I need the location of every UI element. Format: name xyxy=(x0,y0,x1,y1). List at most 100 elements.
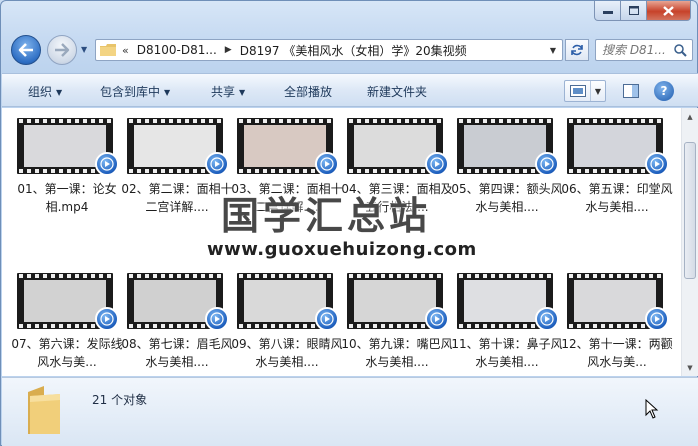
share-menu[interactable]: 共享 ▼ xyxy=(211,83,245,100)
close-icon xyxy=(663,5,674,16)
close-button[interactable] xyxy=(647,1,691,21)
media-player-icon xyxy=(425,152,449,176)
organize-menu[interactable]: 组织 ▼ xyxy=(28,83,62,100)
scroll-down-arrow-icon[interactable]: ▼ xyxy=(682,359,698,376)
help-icon: ? xyxy=(660,84,668,98)
scroll-up-arrow-icon[interactable]: ▲ xyxy=(682,108,698,125)
vertical-scrollbar[interactable]: ▲ ▼ xyxy=(681,108,698,376)
video-frame xyxy=(354,280,436,322)
video-frame xyxy=(134,280,216,322)
file-item[interactable]: 04、第三课：面相及五行相法.... xyxy=(341,118,453,258)
minimize-icon xyxy=(602,10,613,14)
organize-label: 组织 xyxy=(28,85,53,99)
media-player-icon xyxy=(95,152,119,176)
share-label: 共享 xyxy=(211,85,236,99)
file-name: 08、第七课：眉毛风水与美相.... xyxy=(121,337,233,369)
media-player-icon xyxy=(315,152,339,176)
breadcrumb-parent[interactable]: D8100-D81... xyxy=(137,43,217,57)
film-strip-perforations xyxy=(239,119,331,123)
breadcrumb-separator-icon[interactable]: ▶ xyxy=(225,45,232,55)
file-name: 11、第十课：鼻子风水与美相.... xyxy=(451,337,563,369)
video-frame xyxy=(464,125,546,167)
change-view-button[interactable]: ▼ xyxy=(564,80,606,102)
chevron-down-icon: ▼ xyxy=(164,88,171,97)
media-player-icon xyxy=(535,152,559,176)
media-player-icon xyxy=(535,307,559,331)
play-all-button[interactable]: 全部播放 xyxy=(284,83,332,100)
search-icon[interactable] xyxy=(674,44,687,57)
media-player-icon xyxy=(205,152,229,176)
folder-icon xyxy=(100,44,116,56)
explorer-window: ▼ « D8100-D81... ▶ D8197 《美相风水（女相）学》20集视… xyxy=(0,0,698,446)
include-library-label: 包含到库中 xyxy=(100,85,161,99)
address-dropdown[interactable]: ▼ xyxy=(544,40,562,60)
video-frame xyxy=(244,280,326,322)
film-strip-perforations xyxy=(349,119,441,123)
search-box[interactable] xyxy=(595,39,693,61)
film-strip-perforations xyxy=(19,119,111,123)
navigation-row: ▼ « D8100-D81... ▶ D8197 《美相风水（女相）学》20集视… xyxy=(9,32,693,68)
file-name: 09、第八课：眼睛风水与美相.... xyxy=(231,337,343,369)
file-name: 05、第四课：额头风水与美相.... xyxy=(451,182,563,214)
film-strip-perforations xyxy=(569,274,661,278)
file-item[interactable]: 01、第一课：论女相.mp4 xyxy=(17,118,119,258)
video-frame xyxy=(244,125,326,167)
view-options-chevron-icon[interactable]: ▼ xyxy=(591,87,605,96)
preview-pane-icon xyxy=(623,84,639,98)
file-name: 03、第二课：面相十二宫详解.... xyxy=(231,182,343,214)
recent-pages-dropdown[interactable]: ▼ xyxy=(81,45,91,55)
file-list-pane[interactable]: 01、第一课：论女相.mp4 02、第二课：面相十二宫详解.... 03、第二课：面… xyxy=(2,108,698,376)
file-name: 06、第五课：印堂风水与美相.... xyxy=(561,182,673,214)
media-player-icon xyxy=(645,152,669,176)
minimize-button[interactable] xyxy=(594,1,621,21)
file-name: 01、第一课：论女相.mp4 xyxy=(17,182,117,214)
media-player-icon xyxy=(95,307,119,331)
file-item[interactable]: 02、第二课：面相十二宫详解.... xyxy=(121,118,233,258)
video-frame xyxy=(574,125,656,167)
film-strip-perforations xyxy=(129,274,221,278)
media-player-icon xyxy=(645,307,669,331)
mouse-cursor-icon xyxy=(645,399,659,419)
file-item[interactable]: 03、第二课：面相十二宫详解.... xyxy=(231,118,343,258)
film-strip-perforations xyxy=(129,119,221,123)
media-player-icon xyxy=(425,307,449,331)
search-input[interactable] xyxy=(602,43,674,57)
new-folder-button[interactable]: 新建文件夹 xyxy=(367,83,427,100)
file-name: 02、第二课：面相十二宫详解.... xyxy=(121,182,233,214)
folder-large-icon xyxy=(28,386,60,434)
film-strip-perforations xyxy=(349,274,441,278)
arrow-left-icon xyxy=(18,43,33,57)
film-strip-perforations xyxy=(19,274,111,278)
video-frame xyxy=(134,125,216,167)
file-name: 07、第六课：发际线风水与美... xyxy=(11,337,123,369)
film-strip-perforations xyxy=(569,119,661,123)
view-icon xyxy=(565,81,591,101)
film-strip-perforations xyxy=(239,274,331,278)
media-player-icon xyxy=(315,307,339,331)
maximize-icon xyxy=(628,6,639,15)
breadcrumb-current[interactable]: D8197 《美相风水（女相）学》20集视频 xyxy=(240,42,467,59)
maximize-button[interactable] xyxy=(621,1,647,21)
back-button[interactable] xyxy=(11,35,41,65)
media-player-icon xyxy=(205,307,229,331)
help-button[interactable]: ? xyxy=(654,81,674,101)
scroll-thumb[interactable] xyxy=(684,142,696,279)
refresh-button[interactable] xyxy=(565,39,589,61)
file-name: 12、第十一课：两颧风水与美... xyxy=(561,337,673,369)
file-item[interactable]: 06、第五课：印堂风水与美相.... xyxy=(561,118,673,258)
video-frame xyxy=(574,280,656,322)
file-name: 10、第九课：嘴巴风水与美相.... xyxy=(341,337,453,369)
film-strip-perforations xyxy=(459,274,551,278)
video-frame xyxy=(24,280,106,322)
address-bar[interactable]: « D8100-D81... ▶ D8197 《美相风水（女相）学》20集视频 … xyxy=(95,39,563,61)
video-frame xyxy=(24,125,106,167)
include-in-library-menu[interactable]: 包含到库中 ▼ xyxy=(100,83,170,100)
chevron-down-icon: ▼ xyxy=(56,88,63,97)
file-item[interactable]: 05、第四课：额头风水与美相.... xyxy=(451,118,563,258)
arrow-right-icon xyxy=(55,43,70,57)
item-count: 21 个对象 xyxy=(92,393,148,407)
breadcrumb-overflow[interactable]: « xyxy=(122,44,129,57)
film-strip-perforations xyxy=(459,119,551,123)
preview-pane-button[interactable] xyxy=(622,82,640,100)
forward-button[interactable] xyxy=(47,35,77,65)
